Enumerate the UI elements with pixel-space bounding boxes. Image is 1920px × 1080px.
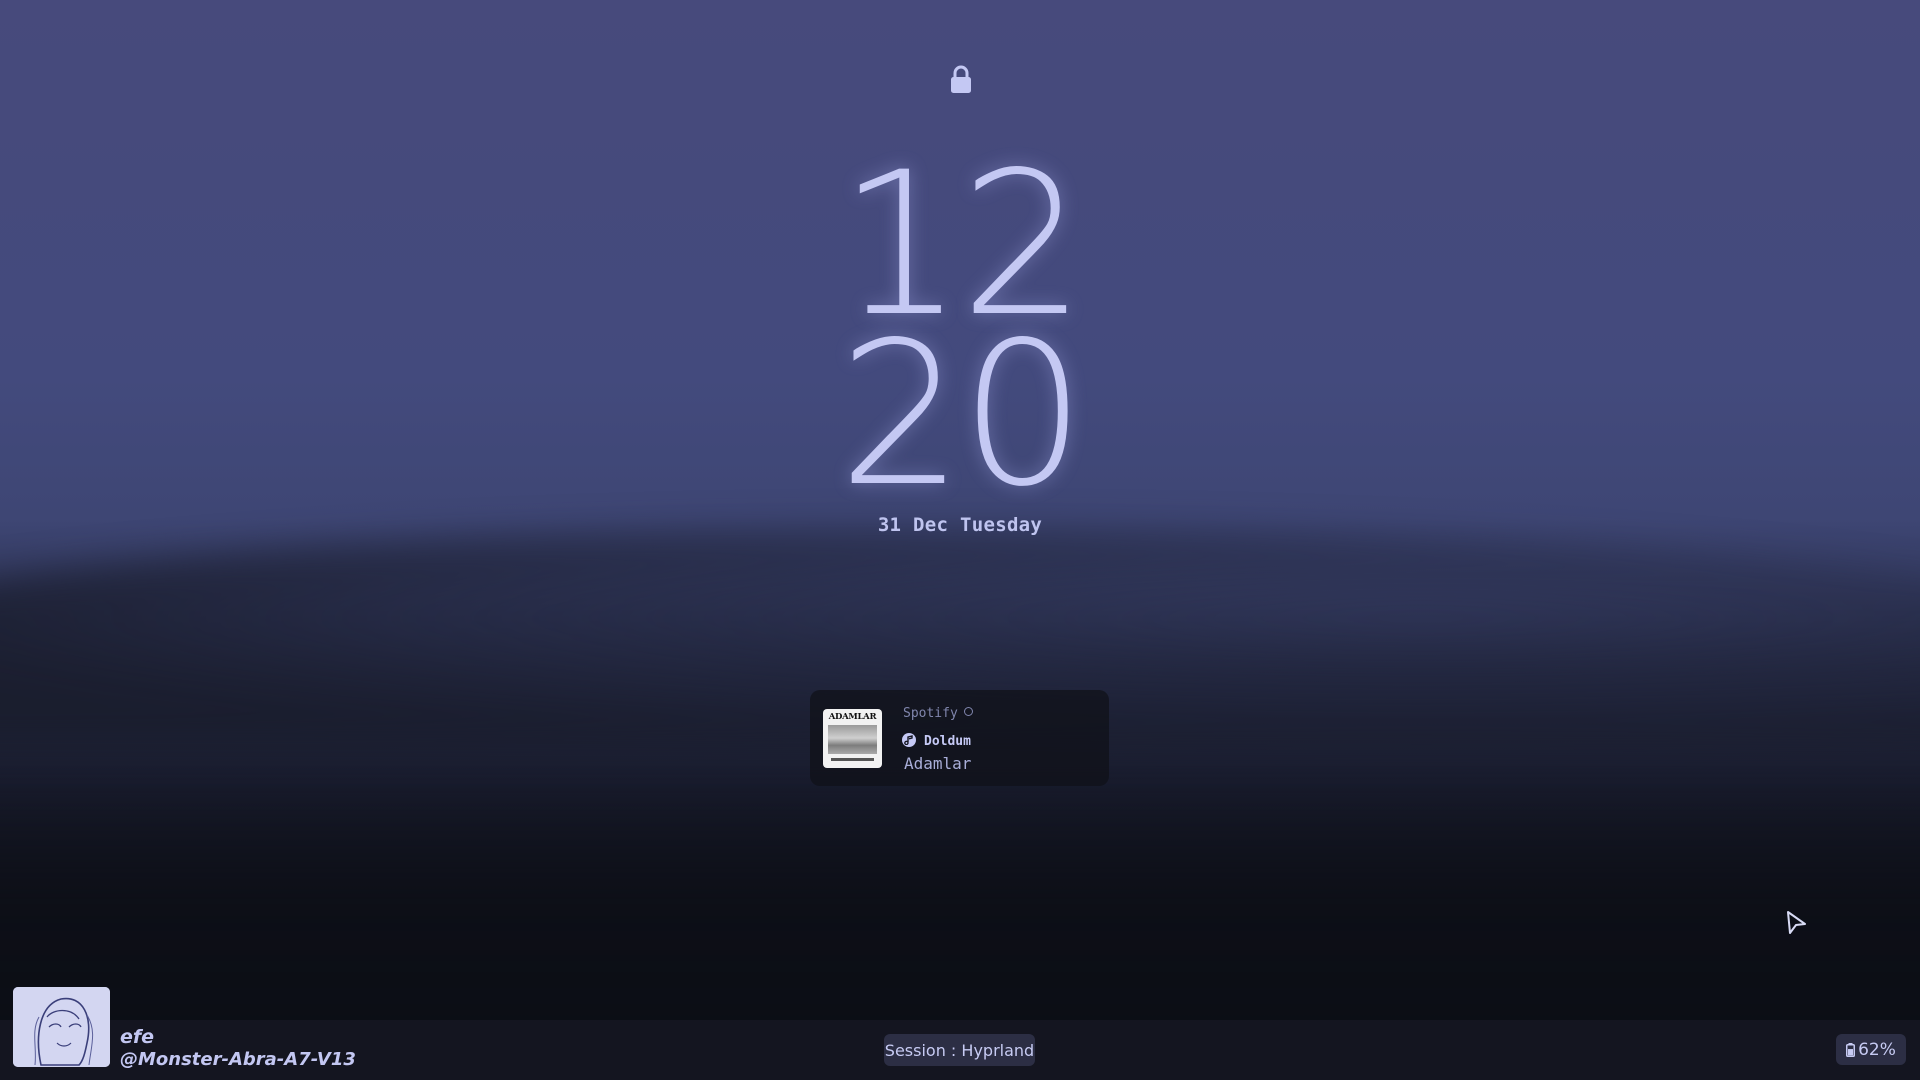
media-player-widget[interactable]: ADAMLAR Spotify Doldum Adamlar: [810, 690, 1109, 786]
battery-icon: [1846, 1042, 1856, 1057]
username: efe: [120, 1026, 155, 1048]
avatar-illustration: [13, 987, 110, 1067]
lock-screen: 12 20 31 Dec Tuesday ADAMLAR Spotify Dol…: [0, 0, 1920, 1080]
album-art-photo: [828, 725, 877, 754]
battery-indicator: 62%: [1836, 1034, 1906, 1065]
date-label: 31 Dec Tuesday: [877, 514, 1043, 536]
track-title: Doldum: [924, 734, 971, 749]
music-note-icon: [902, 732, 916, 747]
track-row: Doldum: [902, 730, 971, 749]
album-art: ADAMLAR: [823, 709, 882, 768]
album-art-caption: [831, 758, 874, 761]
lock-icon: [951, 65, 971, 93]
media-source: Spotify: [903, 706, 973, 721]
battery-percent: 62%: [1858, 1039, 1896, 1060]
mouse-cursor-icon: [1787, 911, 1806, 934]
media-source-label: Spotify: [903, 706, 958, 721]
user-avatar: [13, 987, 110, 1067]
hostname: @Monster-Abra-A7-V13: [120, 1049, 356, 1070]
session-selector[interactable]: Session : Hyprland: [884, 1034, 1035, 1066]
track-artist: Adamlar: [904, 754, 972, 773]
spotify-icon: [963, 707, 973, 716]
album-art-title: ADAMLAR: [828, 712, 877, 722]
clock-minutes: 20: [838, 299, 1086, 530]
